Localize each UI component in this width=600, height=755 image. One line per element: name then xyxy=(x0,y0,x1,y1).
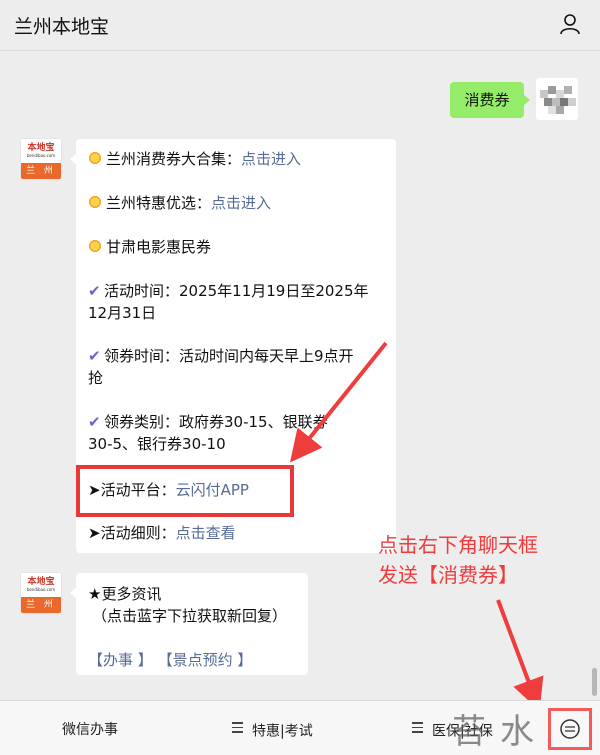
list-item: 兰州特惠优选：点击进入 xyxy=(88,192,271,214)
menu-icon xyxy=(412,719,423,736)
menu-tab-deals[interactable]: 特惠|考试 xyxy=(232,719,313,741)
keyboard-icon xyxy=(560,719,580,739)
outgoing-message-bubble[interactable]: 消费券 xyxy=(450,82,530,118)
check-icon: ✔ xyxy=(88,282,101,300)
logo-city: 兰 州 xyxy=(21,597,61,613)
sun-icon xyxy=(88,195,102,209)
scrollbar[interactable] xyxy=(592,668,597,696)
header-bar: 兰州本地宝 xyxy=(0,0,600,51)
menu-tab-wechat-services[interactable]: 微信办事 xyxy=(62,719,118,739)
link-services[interactable]: 【办事 】 xyxy=(88,651,153,669)
more-info-title: ★更多资讯 xyxy=(88,585,162,603)
keyboard-toggle-button[interactable] xyxy=(548,708,592,750)
list-item: ✔ 领券时间：活动时间内每天早上9点开 xyxy=(88,347,354,365)
logo-sub: bendibao.com xyxy=(26,587,56,592)
user-icon[interactable] xyxy=(558,12,582,36)
list-item: ➤活动细则：点击查看 xyxy=(88,524,236,542)
my-avatar[interactable] xyxy=(536,78,578,120)
message-bubble-more: ★更多资讯 （点击蓝字下拉获取新回复） 【办事 】 【景点预约 】 xyxy=(70,573,308,675)
link-scenic-booking[interactable]: 【景点预约 】 xyxy=(158,651,253,669)
bendibao-logo[interactable]: 本地宝 bendibao.com 兰 州 xyxy=(20,572,62,614)
list-item: 兰州消费券大合集：点击进入 xyxy=(88,148,301,170)
logo-brand: 本地宝 xyxy=(27,143,55,153)
more-info-hint: （点击蓝字下拉获取新回复） xyxy=(92,607,288,625)
logo-city: 兰 州 xyxy=(21,163,61,179)
list-item: 甘肃电影惠民券 xyxy=(88,236,211,258)
logo-sub: bendibao.com xyxy=(26,153,56,158)
more-links: 【办事 】 【景点预约 】 xyxy=(88,649,252,671)
logo-brand: 本地宝 xyxy=(27,577,55,587)
list-item: ✔ 领券类别：政府券30-15、银联券 xyxy=(88,413,328,431)
menu-icon xyxy=(232,719,243,736)
list-item-cont: 抢 xyxy=(88,369,104,387)
list-item-cont: 12月31日 xyxy=(88,304,157,322)
list-item: ✔ 活动时间：2025年11月19日至2025年 xyxy=(88,282,369,300)
sun-icon xyxy=(88,151,102,165)
check-icon: ✔ xyxy=(88,347,101,365)
link-enter-coupons[interactable]: 点击进入 xyxy=(241,150,301,168)
link-view-rules[interactable]: 点击查看 xyxy=(176,524,236,542)
arrow-to-chatbox xyxy=(496,599,544,711)
link-enter-deals[interactable]: 点击进入 xyxy=(211,194,271,212)
check-icon: ✔ xyxy=(88,413,101,431)
bendibao-logo[interactable]: 本地宝 bendibao.com 兰 州 xyxy=(20,138,62,180)
highlight-box xyxy=(76,465,294,517)
chat-title: 兰州本地宝 xyxy=(14,16,110,38)
sun-icon xyxy=(88,239,102,253)
annotation-text: 点击右下角聊天框 发送【消费券】 xyxy=(378,533,538,587)
list-item-cont: 30-5、银行券30-10 xyxy=(88,435,226,453)
